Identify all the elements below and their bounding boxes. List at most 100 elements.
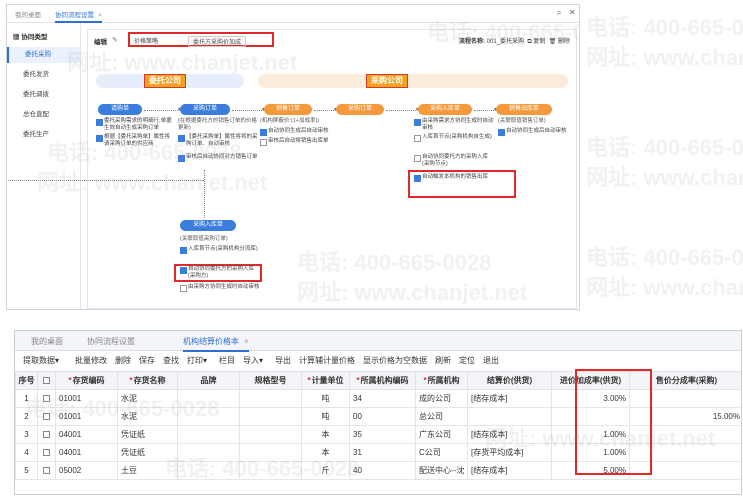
cell-item-name[interactable]: 水泥 (117, 407, 178, 426)
exit-button[interactable]: 退出 (483, 355, 499, 366)
request-option-2[interactable]: 根据【委托采购单】属性将请采购订单的供应商 (96, 134, 174, 148)
cell-unit[interactable]: 吨 (301, 389, 350, 408)
find-button[interactable]: 查找 (163, 355, 179, 366)
cell-brand[interactable] (177, 425, 240, 444)
col-header-select[interactable] (37, 371, 56, 390)
cell-org[interactable]: C公司 (415, 443, 468, 462)
batch-edit-button[interactable]: 批量修改 (75, 355, 107, 366)
search-icon[interactable]: ⌕ (557, 8, 561, 18)
row-checkbox[interactable] (43, 395, 50, 403)
node-sales-outbound[interactable]: 销售出库单 (496, 104, 552, 115)
cell-unit[interactable]: 本 (301, 425, 350, 444)
cell-spec[interactable] (239, 443, 302, 462)
po-option-1[interactable]: 【委托采购单】属性将将的采购订单、自动审核 (178, 134, 258, 148)
cell-settle-price[interactable]: [存货平均成本] (467, 443, 552, 462)
cell-settle-price[interactable]: [结存成本] (467, 389, 552, 408)
close-icon[interactable]: × (98, 12, 102, 19)
cell-brand[interactable] (177, 389, 240, 408)
node-purchase-order-right[interactable]: 采购订单 (336, 104, 384, 115)
cell-item-code[interactable]: 04001 (55, 443, 118, 462)
so-option-2[interactable]: 审核后自动将销售出库单 (260, 138, 336, 146)
table-row[interactable]: 3 04001 凭证纸 本 35 广东公司 [结存成本] 1.00% (15, 425, 741, 444)
cell-markup-rate[interactable] (551, 407, 630, 426)
tab-my-desktop[interactable]: 我的桌面 (31, 336, 63, 347)
cell-spec[interactable] (239, 407, 302, 426)
cell-item-code[interactable]: 05002 (55, 461, 118, 480)
cell-settle-price[interactable] (467, 407, 552, 426)
cell-share-rate[interactable]: 15.00% (629, 407, 741, 426)
cell-index[interactable]: 4 (15, 443, 38, 462)
cell-settle-price[interactable]: [结存成本] (467, 461, 552, 480)
cell-select[interactable] (37, 461, 56, 480)
cell-select[interactable] (37, 407, 56, 426)
cell-share-rate[interactable] (629, 461, 741, 480)
node-sales-order[interactable]: 销售订单 (264, 104, 312, 115)
node-purchase-inbound[interactable]: 采购入库单 (418, 104, 472, 115)
cell-brand[interactable] (177, 461, 240, 480)
cell-brand[interactable] (177, 443, 240, 462)
close-window-icon[interactable]: ✕ (569, 8, 576, 17)
table-row[interactable]: 2 01001 水泥 吨 00 总公司 15.00% (15, 407, 741, 426)
cell-org-code[interactable]: 34 (349, 389, 416, 408)
tab-price-book[interactable]: 机构结算价格本 × (183, 336, 249, 352)
so-option-1[interactable]: 自动协同生成后自动审核 (260, 128, 336, 136)
pi-option-1[interactable]: 由采购需求方协同生成时自动审核 (414, 118, 494, 132)
print-button[interactable]: 打印▾ (187, 355, 207, 366)
select-all-checkbox[interactable] (43, 377, 50, 385)
calc-aux-price-button[interactable]: 计算辅计量价格 (299, 355, 355, 366)
po-option-2[interactable]: 审核后自动协同对方销售订单 (178, 154, 258, 162)
sidebar-item-delegate-purchase[interactable]: 委托采购 (7, 47, 80, 63)
pencil-icon[interactable]: ✎ (112, 36, 118, 44)
pi-option-4[interactable]: 自动触发本机构的销售出库 (414, 174, 494, 182)
cell-item-code[interactable]: 04001 (55, 425, 118, 444)
refresh-button[interactable]: 刷新 (435, 355, 451, 366)
cell-org-code[interactable]: 35 (349, 425, 416, 444)
cell-spec[interactable] (239, 461, 302, 480)
table-row[interactable]: 4 04001 凭证纸 本 31 C公司 [存货平均成本] 1.00% (15, 443, 741, 462)
sidebar-item-delegate-transfer[interactable]: 委托调拨 (7, 87, 80, 103)
cell-markup-rate[interactable]: 5.00% (551, 461, 630, 480)
tab-my-desktop[interactable]: 我的桌面 (15, 9, 41, 19)
request-option-1[interactable]: 委托采购需求的明细行,单据生效自动生成采购订单 (96, 118, 174, 132)
table-row[interactable]: 5 05002 土豆 斤 40 配送中心--沈 [结存成本] 5.00% (15, 461, 741, 480)
cell-unit[interactable]: 吨 (301, 407, 350, 426)
cell-item-name[interactable]: 土豆 (117, 461, 178, 480)
cell-org[interactable]: 广东公司 (415, 425, 468, 444)
delete-button[interactable]: 删除 (115, 355, 131, 366)
cell-index[interactable]: 3 (15, 425, 38, 444)
save-button[interactable]: 保存 (139, 355, 155, 366)
row-checkbox[interactable] (43, 413, 50, 421)
cell-brand[interactable] (177, 407, 240, 426)
copy-button[interactable]: ⧉ 复制 (527, 39, 545, 45)
cell-org[interactable]: 总公司 (415, 407, 468, 426)
pi-option-2[interactable]: 入库首节点(采购机构自生成) (414, 134, 494, 142)
cell-share-rate[interactable] (629, 389, 741, 408)
cell-item-name[interactable]: 水泥 (117, 389, 178, 408)
cell-spec[interactable] (239, 389, 302, 408)
cell-share-rate[interactable] (629, 425, 741, 444)
cell-item-code[interactable]: 01001 (55, 389, 118, 408)
tab-flow-settings[interactable]: 协同流程设置 (87, 336, 135, 347)
cell-index[interactable]: 5 (15, 461, 38, 480)
cell-org-code[interactable]: 31 (349, 443, 416, 462)
import-button[interactable]: 导入▾ (243, 355, 263, 366)
lower-option-3[interactable]: 由采购方协同生成时自动审核 (180, 284, 260, 292)
cell-org-code[interactable]: 40 (349, 461, 416, 480)
cell-index[interactable]: 2 (15, 407, 38, 426)
show-empty-price-button[interactable]: 显示价格为空数据 (363, 355, 427, 366)
cell-share-rate[interactable] (629, 443, 741, 462)
cell-unit[interactable]: 本 (301, 443, 350, 462)
node-purchase-inbound-lower[interactable]: 采购入库单 (180, 220, 236, 231)
row-checkbox[interactable] (43, 431, 50, 439)
cell-org[interactable]: 配送中心--沈 (415, 461, 468, 480)
sidebar-item-direct-delivery[interactable]: 总仓直配 (7, 107, 80, 123)
outbound-option-1[interactable]: 自动协同生成后自动审核 (498, 128, 574, 136)
cell-index[interactable]: 1 (15, 389, 38, 408)
node-request[interactable]: 请购单 (98, 104, 142, 115)
cell-item-code[interactable]: 01001 (55, 407, 118, 426)
cell-markup-rate[interactable]: 1.00% (551, 425, 630, 444)
cell-item-name[interactable]: 凭证纸 (117, 443, 178, 462)
sidebar-item-delegate-ship[interactable]: 委托发货 (7, 67, 80, 83)
extract-data-button[interactable]: 提取数据▾ (23, 355, 59, 366)
sidebar-item-delegate-production[interactable]: 委托生产 (7, 127, 80, 143)
